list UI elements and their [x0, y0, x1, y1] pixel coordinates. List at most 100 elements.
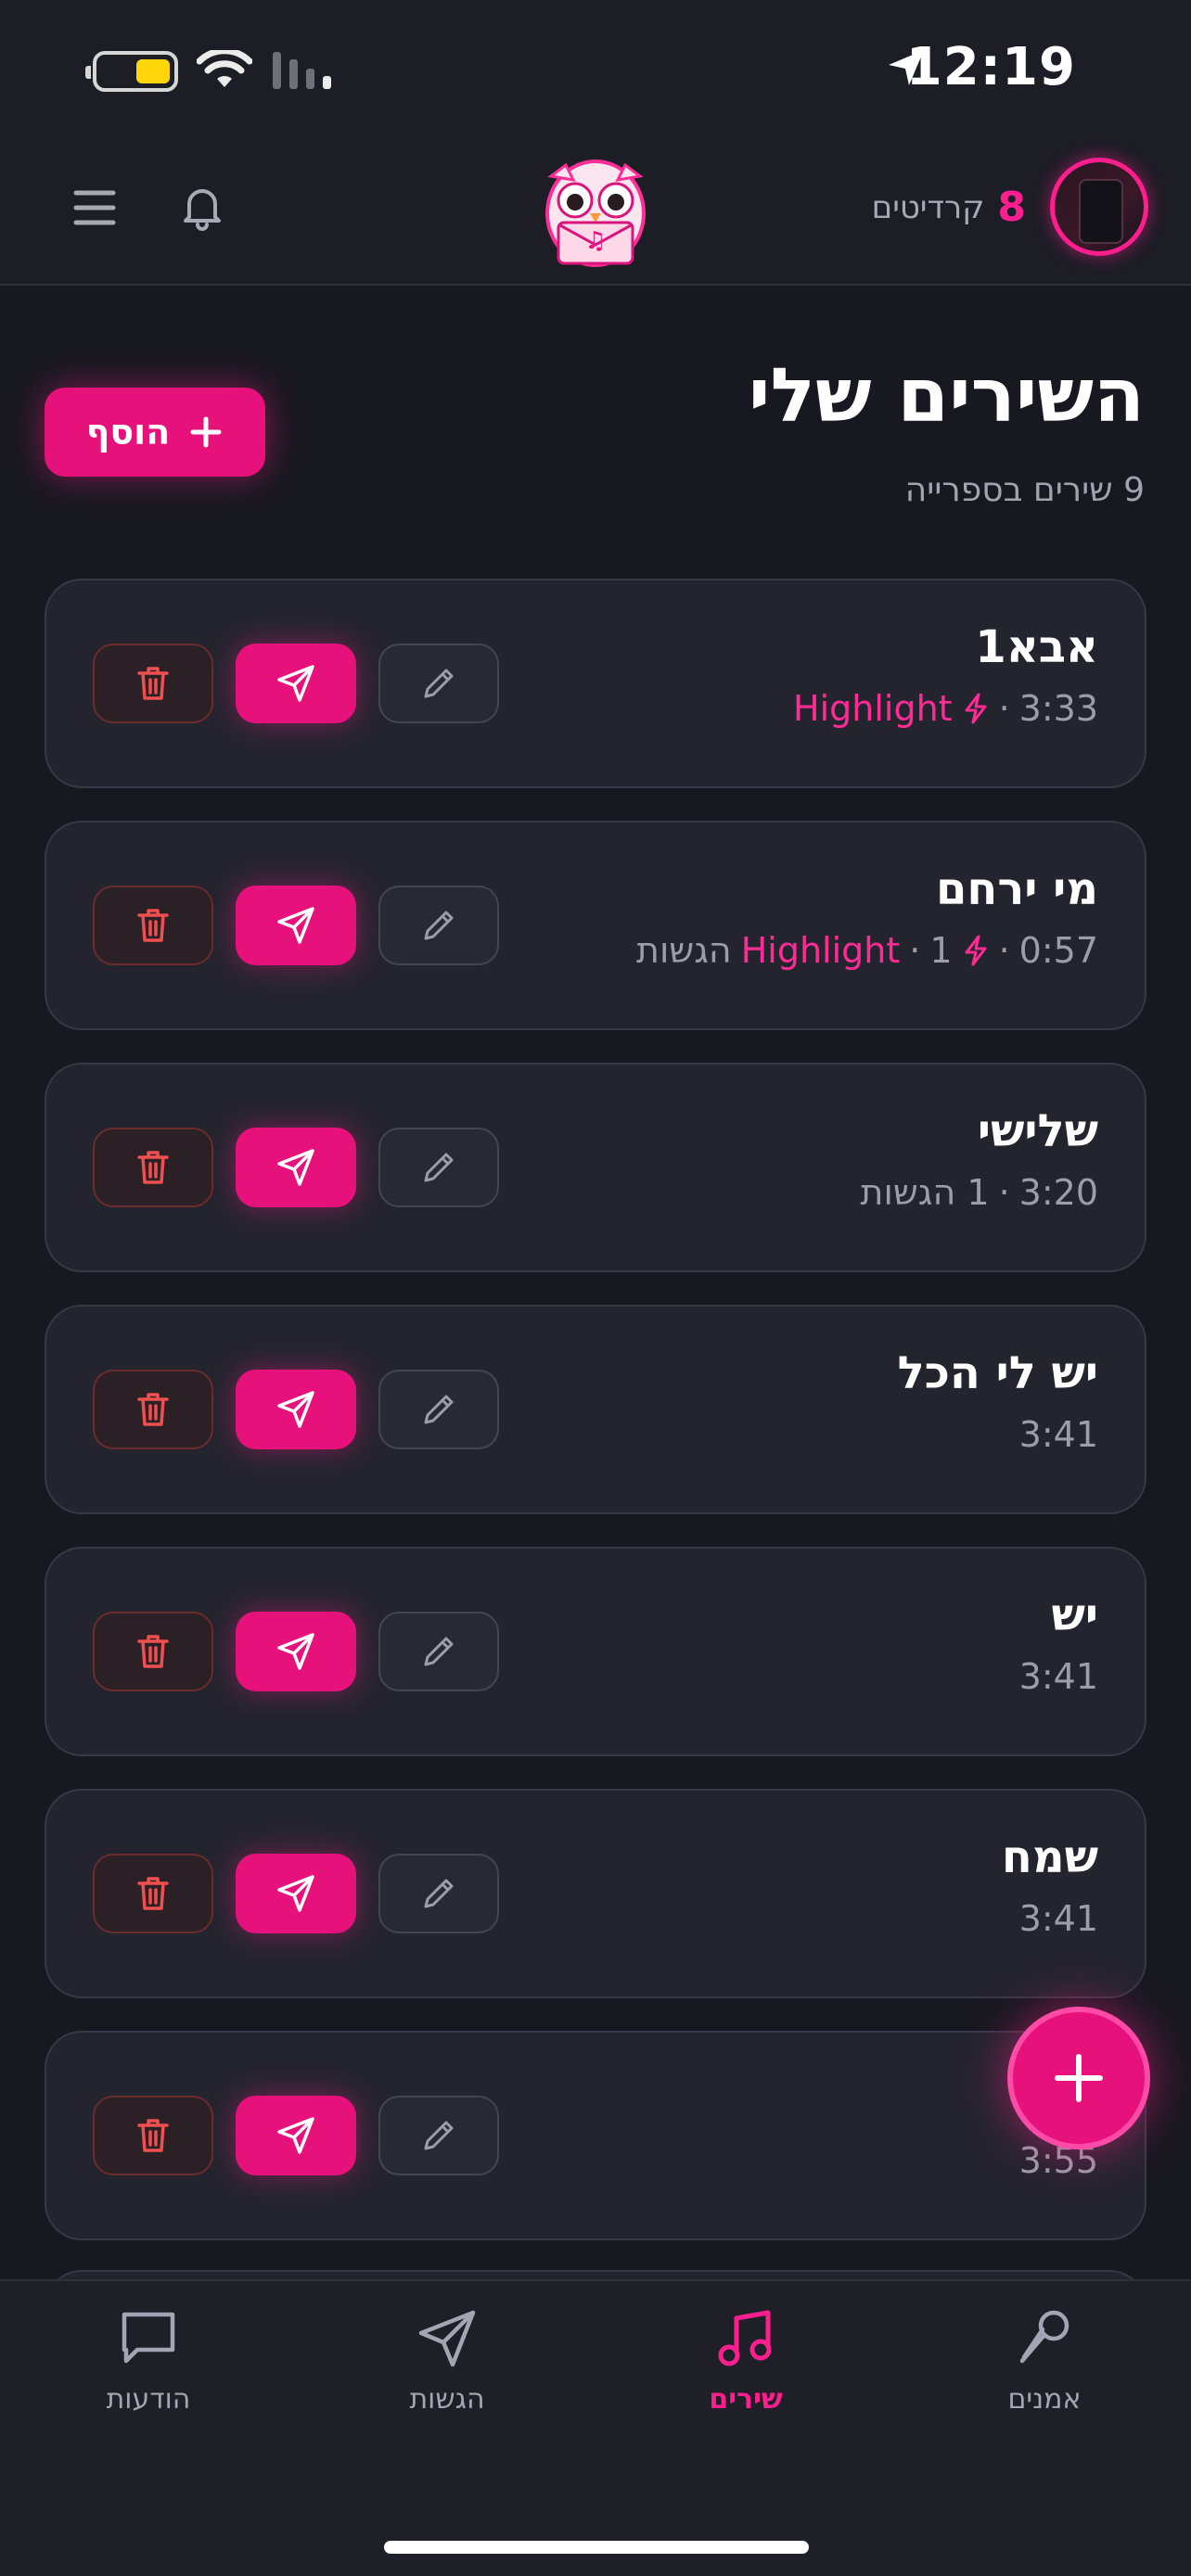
- song-duration: 3:41: [1018, 1656, 1098, 1697]
- add-song-button[interactable]: הוסף: [45, 388, 265, 477]
- nav-artists[interactable]: אמנים: [942, 2307, 1146, 2416]
- app-header: ♫ 8 קרדיטים: [0, 139, 1191, 286]
- nav-label: שירים: [709, 2383, 783, 2416]
- song-card[interactable]: שמח 3:41: [45, 1789, 1146, 1998]
- song-card[interactable]: מי ירחם 0:57 · 1 · Highlight הגשות: [45, 821, 1146, 1030]
- song-card[interactable]: אבא1 3:33 · Highlight: [45, 579, 1146, 788]
- wifi-icon: [197, 50, 252, 87]
- nav-label: הודעות: [106, 2383, 191, 2416]
- song-card[interactable]: ל 3:55: [45, 2031, 1146, 2240]
- notifications-bell-icon[interactable]: [176, 182, 228, 234]
- pencil-icon: [424, 2121, 454, 2150]
- pencil-icon: [424, 1637, 454, 1666]
- pencil-icon: [424, 1879, 454, 1908]
- song-meta: 3:20 · 1 הגשות: [861, 1172, 1098, 1213]
- trash-icon: [137, 2119, 169, 2152]
- send-icon: [277, 665, 314, 702]
- song-title: יש: [1051, 1589, 1098, 1641]
- edit-song-button[interactable]: [378, 1370, 499, 1449]
- hamburger-menu-icon[interactable]: [72, 185, 117, 230]
- nav-messages[interactable]: הודעות: [46, 2307, 250, 2416]
- send-icon: [277, 1391, 314, 1428]
- song-card[interactable]: יש לי הכל 3:41: [45, 1305, 1146, 1514]
- delete-song-button[interactable]: [93, 1370, 213, 1449]
- delete-song-button[interactable]: [93, 1128, 213, 1207]
- song-card[interactable]: יש 3:41: [45, 1547, 1146, 1756]
- send-icon: [277, 1149, 314, 1186]
- trash-icon: [137, 1635, 169, 1668]
- delete-song-button[interactable]: [93, 2096, 213, 2175]
- page-subtitle: 9 שירים בספרייה: [904, 471, 1145, 509]
- edit-song-button[interactable]: [378, 2096, 499, 2175]
- edit-song-button[interactable]: [378, 644, 499, 723]
- pencil-icon: [424, 1395, 454, 1424]
- pencil-icon: [424, 1153, 454, 1182]
- credits-count: 8: [997, 184, 1026, 231]
- trash-icon: [137, 1877, 169, 1910]
- music-note-icon: [718, 2310, 772, 2366]
- meta-separator: ·: [909, 930, 921, 971]
- edit-song-button[interactable]: [378, 1128, 499, 1207]
- meta-separator: ·: [998, 930, 1010, 971]
- plus-icon: [190, 416, 222, 448]
- chat-bubble-icon: [122, 2312, 175, 2364]
- user-avatar[interactable]: [1050, 158, 1148, 256]
- send-song-button[interactable]: [236, 1370, 356, 1449]
- meta-separator: ·: [998, 1172, 1010, 1213]
- svg-text:♫: ♫: [584, 227, 606, 255]
- pencil-icon: [424, 911, 454, 940]
- song-count: 1: [929, 930, 953, 971]
- edit-song-button[interactable]: [378, 1612, 499, 1691]
- song-duration: 3:41: [1018, 1898, 1098, 1939]
- delete-song-button[interactable]: [93, 644, 213, 723]
- send-song-button[interactable]: [236, 886, 356, 965]
- home-indicator[interactable]: [384, 2541, 809, 2554]
- trash-icon: [137, 909, 169, 942]
- send-song-button[interactable]: [236, 2096, 356, 2175]
- trash-icon: [137, 1151, 169, 1184]
- song-title: אבא1: [975, 621, 1098, 673]
- song-meta: 0:57 · 1 · Highlight הגשות: [636, 930, 1098, 971]
- delete-song-button[interactable]: [93, 1612, 213, 1691]
- highlight-label: Highlight: [793, 688, 953, 729]
- send-song-button[interactable]: [236, 1854, 356, 1933]
- send-icon: [277, 1875, 314, 1912]
- delete-song-button[interactable]: [93, 886, 213, 965]
- delete-song-button[interactable]: [93, 1854, 213, 1933]
- send-icon: [277, 907, 314, 944]
- song-duration: 3:33: [1018, 688, 1098, 729]
- floating-add-button[interactable]: [1007, 2007, 1150, 2149]
- song-meta: 3:33 · Highlight: [793, 688, 1098, 729]
- edit-song-button[interactable]: [378, 1854, 499, 1933]
- cellular-signal-icon: [273, 52, 331, 89]
- send-song-button[interactable]: [236, 644, 356, 723]
- trash-icon: [137, 1393, 169, 1426]
- edit-song-button[interactable]: [378, 886, 499, 965]
- send-song-button[interactable]: [236, 1128, 356, 1207]
- nav-songs[interactable]: שירים: [644, 2307, 848, 2416]
- battery-icon: [85, 51, 178, 92]
- highlight-label: Highlight: [740, 930, 901, 971]
- song-title: מי ירחם: [935, 863, 1098, 915]
- credits-counter[interactable]: 8 קרדיטים: [872, 184, 1026, 231]
- lightning-icon: [965, 935, 987, 966]
- status-time: 12:19: [905, 37, 1076, 97]
- song-meta: 3:41: [898, 1414, 1098, 1455]
- submissions-label: הגשות: [635, 930, 732, 971]
- send-icon: [277, 2117, 314, 2154]
- nav-label: אמנים: [1007, 2383, 1082, 2416]
- owl-logo-icon[interactable]: ♫: [538, 152, 653, 271]
- send-song-button[interactable]: [236, 1612, 356, 1691]
- song-card[interactable]: שלישי 3:20 · 1 הגשות: [45, 1063, 1146, 1272]
- song-title: יש לי הכל: [897, 1347, 1098, 1399]
- send-icon: [277, 1633, 314, 1670]
- nav-submissions[interactable]: הגשות: [345, 2307, 549, 2416]
- song-duration: 3:20: [1018, 1172, 1098, 1213]
- plus-icon: [1055, 2054, 1103, 2102]
- status-bar: 12:19: [0, 0, 1191, 139]
- page-title: השירים שלי: [748, 352, 1145, 439]
- submissions-label: 1 הגשות: [860, 1172, 990, 1213]
- song-duration: 3:41: [1018, 1414, 1098, 1455]
- nav-label: הגשות: [409, 2383, 485, 2416]
- pencil-icon: [424, 669, 454, 698]
